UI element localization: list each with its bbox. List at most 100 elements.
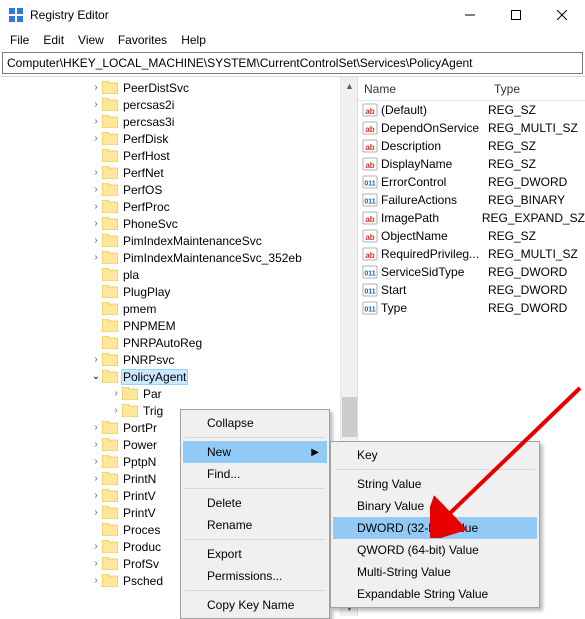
minimize-button[interactable] — [447, 0, 493, 30]
separator — [185, 539, 325, 540]
menu-file[interactable]: File — [4, 31, 35, 49]
tree-item[interactable]: pla — [0, 266, 357, 283]
chevron-right-icon[interactable] — [90, 150, 102, 161]
tree-item[interactable]: PNRPAutoReg — [0, 334, 357, 351]
address-bar[interactable]: Computer\HKEY_LOCAL_MACHINE\SYSTEM\Curre… — [2, 52, 583, 74]
tree-item[interactable]: › PimIndexMaintenanceSvc_352eb — [0, 249, 357, 266]
menu-edit[interactable]: Edit — [37, 31, 70, 49]
chevron-right-icon[interactable]: › — [90, 116, 102, 127]
folder-icon — [102, 489, 118, 502]
maximize-button[interactable] — [493, 0, 539, 30]
ctx-new[interactable]: New▶ — [183, 441, 327, 463]
list-row[interactable]: DescriptionREG_SZ — [358, 137, 585, 155]
tree-item[interactable]: ›percsas2i — [0, 96, 357, 113]
tree-item[interactable]: ›PerfProc — [0, 198, 357, 215]
scroll-thumb[interactable] — [342, 397, 357, 437]
ctx-new-qword[interactable]: QWORD (64-bit) Value — [333, 539, 537, 561]
chevron-right-icon[interactable]: › — [90, 456, 102, 467]
chevron-right-icon[interactable]: › — [90, 201, 102, 212]
chevron-right-icon[interactable]: › — [90, 133, 102, 144]
tree-item[interactable]: ⌄PolicyAgent — [0, 368, 357, 385]
list-row[interactable]: ServiceSidTypeREG_DWORD — [358, 263, 585, 281]
list-row[interactable]: ObjectNameREG_SZ — [358, 227, 585, 245]
value-type: REG_MULTI_SZ — [488, 247, 585, 261]
folder-icon — [102, 353, 118, 366]
list-row[interactable]: DependOnServiceREG_MULTI_SZ — [358, 119, 585, 137]
tree-item-label: PeerDistSvc — [121, 81, 191, 95]
chevron-right-icon[interactable]: › — [90, 354, 102, 365]
chevron-right-icon[interactable]: › — [90, 184, 102, 195]
chevron-right-icon[interactable]: › — [90, 558, 102, 569]
folder-icon — [102, 183, 118, 196]
ctx-permissions[interactable]: Permissions... — [183, 565, 327, 587]
list-row[interactable]: RequiredPrivileg...REG_MULTI_SZ — [358, 245, 585, 263]
tree-item[interactable]: pmem — [0, 300, 357, 317]
scroll-up-icon[interactable]: ▲ — [341, 77, 358, 94]
chevron-right-icon[interactable]: › — [110, 405, 122, 416]
tree-item[interactable]: ›PerfOS — [0, 181, 357, 198]
close-button[interactable] — [539, 0, 585, 30]
list-row[interactable]: DisplayNameREG_SZ — [358, 155, 585, 173]
tree-item[interactable]: ›PimIndexMaintenanceSvc — [0, 232, 357, 249]
ctx-export[interactable]: Export — [183, 543, 327, 565]
ctx-find[interactable]: Find... — [183, 463, 327, 485]
chevron-right-icon[interactable]: › — [90, 575, 102, 586]
chevron-right-icon[interactable]: › — [90, 235, 102, 246]
chevron-right-icon[interactable] — [90, 303, 102, 314]
ctx-delete[interactable]: Delete — [183, 492, 327, 514]
col-name[interactable]: Name — [358, 82, 488, 96]
list-row[interactable]: StartREG_DWORD — [358, 281, 585, 299]
tree-item[interactable]: ›Par — [0, 385, 357, 402]
chevron-right-icon[interactable]: › — [110, 388, 122, 399]
col-type[interactable]: Type — [488, 82, 585, 96]
value-type: REG_SZ — [488, 139, 585, 153]
ctx-collapse[interactable]: Collapse — [183, 412, 327, 434]
chevron-right-icon[interactable] — [90, 286, 102, 297]
chevron-right-icon[interactable] — [90, 524, 102, 535]
folder-icon — [102, 166, 118, 179]
ctx-new-binary[interactable]: Binary Value — [333, 495, 537, 517]
chevron-right-icon[interactable]: › — [90, 422, 102, 433]
list-row[interactable]: TypeREG_DWORD — [358, 299, 585, 317]
list-row[interactable]: ErrorControlREG_DWORD — [358, 173, 585, 191]
chevron-right-icon[interactable] — [90, 337, 102, 348]
ctx-new-string[interactable]: String Value — [333, 473, 537, 495]
chevron-right-icon[interactable]: › — [90, 167, 102, 178]
chevron-right-icon[interactable] — [90, 320, 102, 331]
chevron-right-icon[interactable] — [90, 269, 102, 280]
chevron-right-icon[interactable]: › — [90, 82, 102, 93]
ctx-rename[interactable]: Rename — [183, 514, 327, 536]
chevron-right-icon[interactable]: › — [90, 439, 102, 450]
tree-item-label: PimIndexMaintenanceSvc_352eb — [121, 251, 304, 265]
tree-item[interactable]: PNPMEM — [0, 317, 357, 334]
ctx-new-key[interactable]: Key — [333, 444, 537, 466]
chevron-right-icon[interactable]: › — [90, 541, 102, 552]
tree-item[interactable]: ›PhoneSvc — [0, 215, 357, 232]
chevron-right-icon[interactable]: › — [90, 218, 102, 229]
chevron-right-icon[interactable]: › — [90, 252, 102, 263]
tree-item-label: PrintV — [121, 489, 158, 503]
chevron-right-icon[interactable]: › — [90, 490, 102, 501]
tree-item[interactable]: ›PerfDisk — [0, 130, 357, 147]
chevron-right-icon[interactable]: › — [90, 99, 102, 110]
tree-item[interactable]: PerfHost — [0, 147, 357, 164]
tree-item[interactable]: › PeerDistSvc — [0, 79, 357, 96]
list-row[interactable]: ImagePathREG_EXPAND_SZ — [358, 209, 585, 227]
chevron-down-icon[interactable]: ⌄ — [90, 371, 102, 382]
ctx-new-expand[interactable]: Expandable String Value — [333, 583, 537, 605]
list-row[interactable]: FailureActionsREG_BINARY — [358, 191, 585, 209]
tree-item[interactable]: PlugPlay — [0, 283, 357, 300]
chevron-right-icon[interactable]: › — [90, 473, 102, 484]
menu-view[interactable]: View — [72, 31, 110, 49]
menu-help[interactable]: Help — [175, 31, 212, 49]
value-name: (Default) — [381, 103, 488, 117]
tree-item[interactable]: ›PerfNet — [0, 164, 357, 181]
chevron-right-icon[interactable]: › — [90, 507, 102, 518]
list-row[interactable]: (Default)REG_SZ — [358, 101, 585, 119]
ctx-copy-key[interactable]: Copy Key Name — [183, 594, 327, 616]
ctx-new-multi[interactable]: Multi-String Value — [333, 561, 537, 583]
ctx-new-dword[interactable]: DWORD (32-bit) Value — [333, 517, 537, 539]
tree-item[interactable]: ›PNRPsvc — [0, 351, 357, 368]
tree-item[interactable]: ›percsas3i — [0, 113, 357, 130]
menu-favorites[interactable]: Favorites — [112, 31, 173, 49]
